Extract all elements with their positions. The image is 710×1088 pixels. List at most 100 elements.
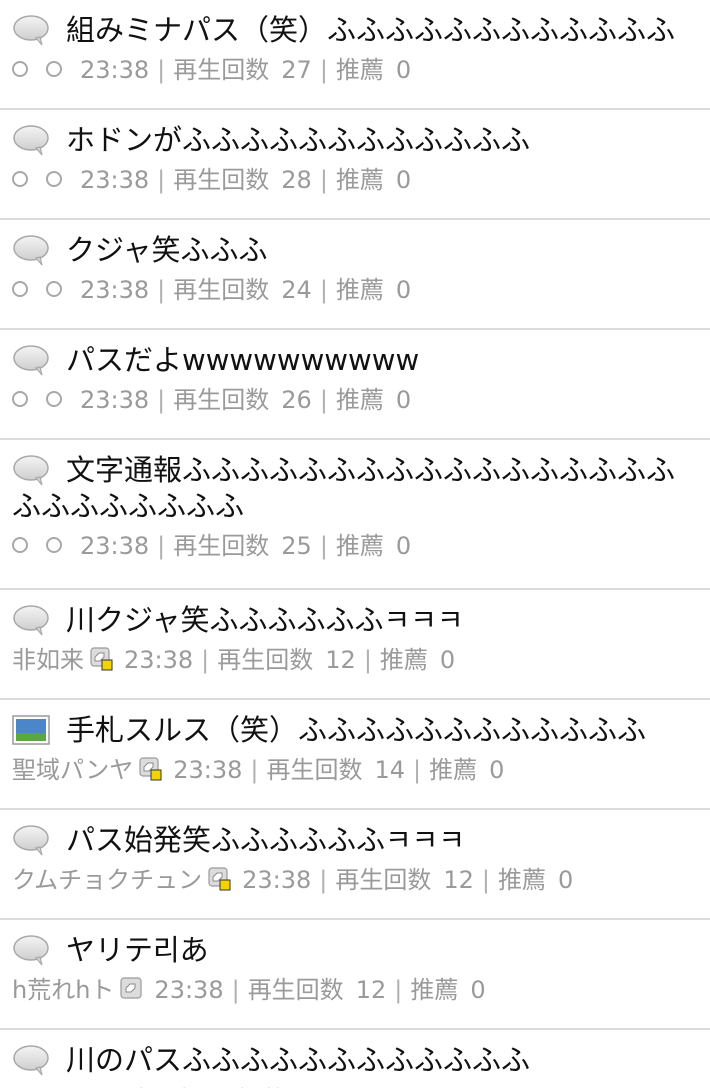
meta-separator: |: [231, 976, 240, 1004]
anonymous-author-icon: [12, 391, 28, 407]
anonymous-author-icon: [12, 61, 28, 77]
post-title[interactable]: 文字通報ふふふふふふふふふふふふふふふふふふふふふふふふふ: [12, 453, 675, 523]
meta-separator: |: [250, 756, 259, 784]
play-count-label: 再生回数: [173, 276, 270, 304]
post-title[interactable]: クジャ笑ふふふ: [66, 233, 268, 267]
post-row[interactable]: 文字通報ふふふふふふふふふふふふふふふふふふふふふふふふふ 23:38 | 再生回数 2…: [0, 440, 710, 590]
post-row[interactable]: 手札スルス（笑）ふふふふふふふふふふふふ聖域パンヤ 23:38 | 再生回数 14 | 推…: [0, 700, 710, 810]
post-title-line[interactable]: 川のパスふふふふふふふふふふふふ: [12, 1042, 702, 1078]
recommend-label: 推薦: [379, 646, 428, 674]
post-title[interactable]: 川クジャ笑ふふふふふふㅋㅋㅋ: [66, 603, 464, 637]
anonymous-author-icon: [12, 171, 28, 187]
meta-separator: |: [319, 56, 328, 84]
post-meta: 23:38 | 再生回数 27 | 推薦 0: [12, 54, 710, 86]
post-meta: 聖域パンヤ 23:38 | 再生回数 14 | 推薦 0: [12, 754, 710, 786]
anonymous-author-icon: [46, 281, 62, 297]
play-count: 27: [281, 56, 312, 84]
post-title-line[interactable]: クジャ笑ふふふ: [12, 232, 702, 268]
post-row[interactable]: 川クジャ笑ふふふふふふㅋㅋㅋ 非如来 23:38 | 再生回数 12 | 推薦 0: [0, 590, 710, 700]
post-title[interactable]: 手札スルス（笑）ふふふふふふふふふふふふ: [66, 713, 646, 747]
post-title-line[interactable]: ヤリテ리あ: [12, 932, 702, 968]
post-meta: h荒れhト 23:38 | 再生回数 12 | 推薦 0: [12, 974, 710, 1006]
recommend-count: 0: [395, 166, 412, 194]
post-title-line[interactable]: 手札スルス（笑）ふふふふふふふふふふふふ: [12, 712, 702, 748]
post-meta: 非如来 23:38 | 再生回数 12 | 推薦 0: [12, 644, 710, 676]
post-meta: 23:38|再生回数|推薦: [12, 1084, 710, 1088]
recommend-label: 推薦: [335, 532, 384, 560]
anonymous-author-icon: [12, 281, 28, 297]
recommend-label: 推薦: [335, 386, 384, 414]
meta-separator: |: [157, 166, 166, 194]
post-title-line[interactable]: パスだよwwwwwwwwww: [12, 342, 702, 378]
post-row[interactable]: ホドンがふふふふふふふふふふふふ 23:38 | 再生回数 28 | 推薦 0: [0, 110, 710, 220]
post-row[interactable]: パスだよwwwwwwwwww 23:38 | 再生回数 26 | 推薦 0: [0, 330, 710, 440]
post-title-line[interactable]: 文字通報ふふふふふふふふふふふふふふふふふふふふふふふふふ: [12, 452, 702, 524]
anonymous-author-icon: [12, 537, 28, 553]
recommend-count: 0: [470, 976, 486, 1004]
recommend-label: 推薦: [410, 976, 459, 1004]
meta-separator: |: [157, 276, 166, 304]
recommend-count: 0: [489, 756, 505, 784]
post-title[interactable]: 組みミナパス（笑）ふふふふふふふふふふふふ: [66, 13, 675, 47]
post-row[interactable]: クジャ笑ふふふ 23:38 | 再生回数 24 | 推薦 0: [0, 220, 710, 330]
post-title[interactable]: パスだよwwwwwwwwww: [66, 343, 419, 377]
post-time: 23:38: [80, 276, 150, 304]
post-title[interactable]: 川のパスふふふふふふふふふふふふ: [66, 1043, 530, 1077]
meta-separator: |: [157, 532, 166, 560]
post-time: 23:38: [154, 976, 224, 1004]
speech-bubble-icon: [12, 454, 50, 486]
speech-bubble-icon: [12, 824, 50, 856]
speech-bubble-icon: [12, 934, 50, 966]
play-count-label: 再生回数: [173, 386, 270, 414]
post-title-line[interactable]: ホドンがふふふふふふふふふふふふ: [12, 122, 702, 158]
meta-separator: |: [413, 756, 422, 784]
recommend-count: 0: [395, 56, 412, 84]
recommend-count: 0: [558, 866, 574, 894]
post-title-line[interactable]: パス始発笑ふふふふふふㅋㅋㅋ: [12, 822, 702, 858]
post-title-line[interactable]: 川クジャ笑ふふふふふふㅋㅋㅋ: [12, 602, 702, 638]
post-author[interactable]: 非如来: [12, 646, 84, 674]
speech-bubble-icon: [12, 234, 50, 266]
meta-separator: |: [201, 646, 210, 674]
meta-separator: |: [157, 386, 166, 414]
anonymous-author-icon: [46, 171, 62, 187]
play-count: 12: [443, 866, 474, 894]
post-meta: 23:38 | 再生回数 24 | 推薦 0: [12, 274, 710, 306]
recommend-label: 推薦: [335, 56, 384, 84]
play-count-label: 再生回数: [247, 976, 344, 1004]
play-count-label: 再生回数: [173, 532, 270, 560]
post-row[interactable]: ヤリテ리あ h荒れhト 23:38 | 再生回数 12 | 推薦 0: [0, 920, 710, 1030]
recommend-count: 0: [395, 386, 412, 414]
play-count: 12: [325, 646, 356, 674]
member-badge-icon: [90, 647, 114, 671]
post-time: 23:38: [80, 386, 150, 414]
post-title[interactable]: ヤリテ리あ: [66, 933, 209, 967]
meta-separator: |: [481, 866, 490, 894]
recommend-count: 0: [439, 646, 456, 674]
post-row[interactable]: パス始発笑ふふふふふふㅋㅋㅋ クムチョクチュン 23:38 | 再生回数 12 | 推薦 0: [0, 810, 710, 920]
speech-bubble-icon: [12, 14, 50, 46]
post-time: 23:38: [242, 866, 312, 894]
post-meta: 23:38 | 再生回数 28 | 推薦 0: [12, 164, 710, 196]
meta-separator: |: [394, 976, 403, 1004]
post-time: 23:38: [173, 756, 243, 784]
play-count: 28: [281, 166, 312, 194]
play-count: 12: [355, 976, 387, 1004]
post-title[interactable]: パス始発笑ふふふふふふㅋㅋㅋ: [66, 823, 465, 857]
speech-bubble-icon: [12, 344, 50, 376]
post-author[interactable]: h荒れhト: [12, 976, 114, 1004]
member-badge-plain-icon: [120, 977, 144, 1001]
meta-separator: |: [319, 166, 328, 194]
post-row[interactable]: 川のパスふふふふふふふふふふふふ 23:38|再生回数|推薦: [0, 1030, 710, 1088]
post-title[interactable]: ホドンがふふふふふふふふふふふふ: [66, 123, 530, 157]
post-author[interactable]: クムチョクチュン: [12, 866, 202, 894]
post-meta: 23:38 | 再生回数 26 | 推薦 0: [12, 384, 710, 416]
anonymous-author-icon: [46, 61, 62, 77]
member-badge-icon: [208, 867, 232, 891]
post-time: 23:38: [124, 646, 194, 674]
post-author[interactable]: 聖域パンヤ: [12, 756, 133, 784]
post-title-line[interactable]: 組みミナパス（笑）ふふふふふふふふふふふふ: [12, 12, 702, 48]
post-row[interactable]: 組みミナパス（笑）ふふふふふふふふふふふふ 23:38 | 再生回数 27 | 推薦 0: [0, 0, 710, 110]
post-time: 23:38: [80, 56, 150, 84]
meta-separator: |: [319, 866, 328, 894]
